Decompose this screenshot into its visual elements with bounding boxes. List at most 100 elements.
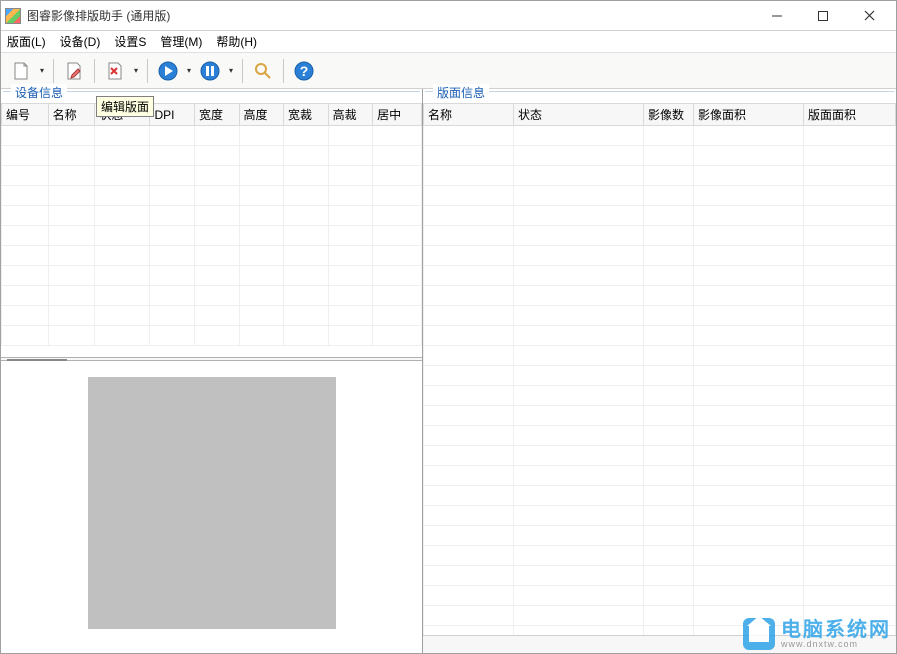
table-row[interactable] xyxy=(424,466,896,486)
pause-button[interactable] xyxy=(196,57,224,85)
table-row[interactable] xyxy=(424,146,896,166)
table-row[interactable] xyxy=(2,206,422,226)
table-row[interactable] xyxy=(424,126,896,146)
table-row[interactable] xyxy=(424,446,896,466)
separator xyxy=(147,59,148,83)
table-row[interactable] xyxy=(2,326,422,346)
table-row[interactable] xyxy=(424,306,896,326)
table-row[interactable] xyxy=(424,166,896,186)
lcol-status[interactable]: 状态 xyxy=(514,104,644,126)
table-row[interactable] xyxy=(2,126,422,146)
table-row[interactable] xyxy=(424,186,896,206)
menu-device[interactable]: 设备(D) xyxy=(60,33,101,50)
table-row[interactable] xyxy=(424,226,896,246)
separator xyxy=(283,59,284,83)
table-row[interactable] xyxy=(424,326,896,346)
separator xyxy=(53,59,54,83)
lcol-imgarea[interactable]: 影像面积 xyxy=(694,104,804,126)
minimize-icon xyxy=(772,11,782,21)
table-row[interactable] xyxy=(2,266,422,286)
lcol-name[interactable]: 名称 xyxy=(424,104,514,126)
table-row[interactable] xyxy=(2,146,422,166)
col-dpi[interactable]: DPI xyxy=(150,104,195,126)
menu-settings[interactable]: 设置S xyxy=(114,33,146,50)
new-dropdown[interactable]: ▾ xyxy=(37,57,47,85)
close-icon xyxy=(864,10,875,21)
search-icon xyxy=(253,61,273,81)
table-row[interactable] xyxy=(424,366,896,386)
new-button[interactable] xyxy=(7,57,35,85)
left-pane: 设备信息 编号 名称 状态 DPI 宽度 高度 宽裁 xyxy=(1,89,423,653)
col-cropw[interactable]: 宽裁 xyxy=(284,104,329,126)
table-row[interactable] xyxy=(2,306,422,326)
device-table[interactable]: 编号 名称 状态 DPI 宽度 高度 宽裁 高裁 居中 xyxy=(1,103,422,357)
help-icon: ? xyxy=(293,60,315,82)
table-row[interactable] xyxy=(2,186,422,206)
table-row[interactable] xyxy=(2,286,422,306)
table-row[interactable] xyxy=(424,266,896,286)
search-button[interactable] xyxy=(249,57,277,85)
app-icon xyxy=(5,8,21,24)
col-name[interactable]: 名称 xyxy=(48,104,95,126)
table-row[interactable] xyxy=(424,246,896,266)
pause-dropdown[interactable]: ▾ xyxy=(226,57,236,85)
table-row[interactable] xyxy=(424,386,896,406)
preview-placeholder xyxy=(88,377,336,629)
table-row[interactable] xyxy=(424,346,896,366)
table-row[interactable] xyxy=(424,506,896,526)
table-row[interactable] xyxy=(424,406,896,426)
table-row[interactable] xyxy=(424,426,896,446)
titlebar: 图睿影像排版助手 (通用版) xyxy=(1,1,896,31)
device-info-group: 设备信息 xyxy=(3,91,420,103)
col-height[interactable]: 高度 xyxy=(239,104,284,126)
close-button[interactable] xyxy=(846,2,892,30)
table-row[interactable] xyxy=(424,486,896,506)
table-row[interactable] xyxy=(2,246,422,266)
table-row[interactable] xyxy=(424,566,896,586)
delete-button[interactable] xyxy=(101,57,129,85)
layout-info-group: 版面信息 xyxy=(425,91,894,103)
table-row[interactable] xyxy=(424,546,896,566)
svg-text:?: ? xyxy=(300,63,309,79)
separator xyxy=(242,59,243,83)
col-center[interactable]: 居中 xyxy=(373,104,422,126)
menubar: 版面(L) 设备(D) 设置S 管理(M) 帮助(H) xyxy=(1,31,896,53)
right-statusbar xyxy=(423,635,896,653)
table-row[interactable] xyxy=(2,166,422,186)
table-row[interactable] xyxy=(424,286,896,306)
col-id[interactable]: 编号 xyxy=(2,104,49,126)
document-icon xyxy=(11,61,31,81)
minimize-button[interactable] xyxy=(754,2,800,30)
delete-icon xyxy=(105,61,125,81)
edit-button[interactable] xyxy=(60,57,88,85)
play-icon xyxy=(157,60,179,82)
lcol-imgcount[interactable]: 影像数 xyxy=(644,104,694,126)
table-row[interactable] xyxy=(424,626,896,636)
menu-manage[interactable]: 管理(M) xyxy=(160,33,202,50)
right-pane: 版面信息 名称 状态 影像数 影像面积 版面面积 xyxy=(423,89,896,653)
window-title: 图睿影像排版助手 (通用版) xyxy=(27,7,170,24)
play-button[interactable] xyxy=(154,57,182,85)
delete-dropdown[interactable]: ▾ xyxy=(131,57,141,85)
col-croph[interactable]: 高裁 xyxy=(328,104,373,126)
menu-help[interactable]: 帮助(H) xyxy=(216,33,257,50)
table-row[interactable] xyxy=(2,226,422,246)
layout-table[interactable]: 名称 状态 影像数 影像面积 版面面积 xyxy=(423,103,896,635)
table-row[interactable] xyxy=(424,606,896,626)
menu-layout[interactable]: 版面(L) xyxy=(7,33,46,50)
tooltip-edit-layout: 编辑版面 xyxy=(96,96,154,117)
maximize-icon xyxy=(818,11,828,21)
pause-icon xyxy=(199,60,221,82)
table-row[interactable] xyxy=(424,586,896,606)
content-area: 设备信息 编号 名称 状态 DPI 宽度 高度 宽裁 xyxy=(1,89,896,653)
col-width[interactable]: 宽度 xyxy=(194,104,239,126)
preview-area xyxy=(1,361,422,653)
separator xyxy=(94,59,95,83)
table-row[interactable] xyxy=(424,206,896,226)
maximize-button[interactable] xyxy=(800,2,846,30)
help-button[interactable]: ? xyxy=(290,57,318,85)
play-dropdown[interactable]: ▾ xyxy=(184,57,194,85)
table-row[interactable] xyxy=(424,526,896,546)
lcol-layoutarea[interactable]: 版面面积 xyxy=(804,104,896,126)
device-info-title: 设备信息 xyxy=(11,84,67,101)
